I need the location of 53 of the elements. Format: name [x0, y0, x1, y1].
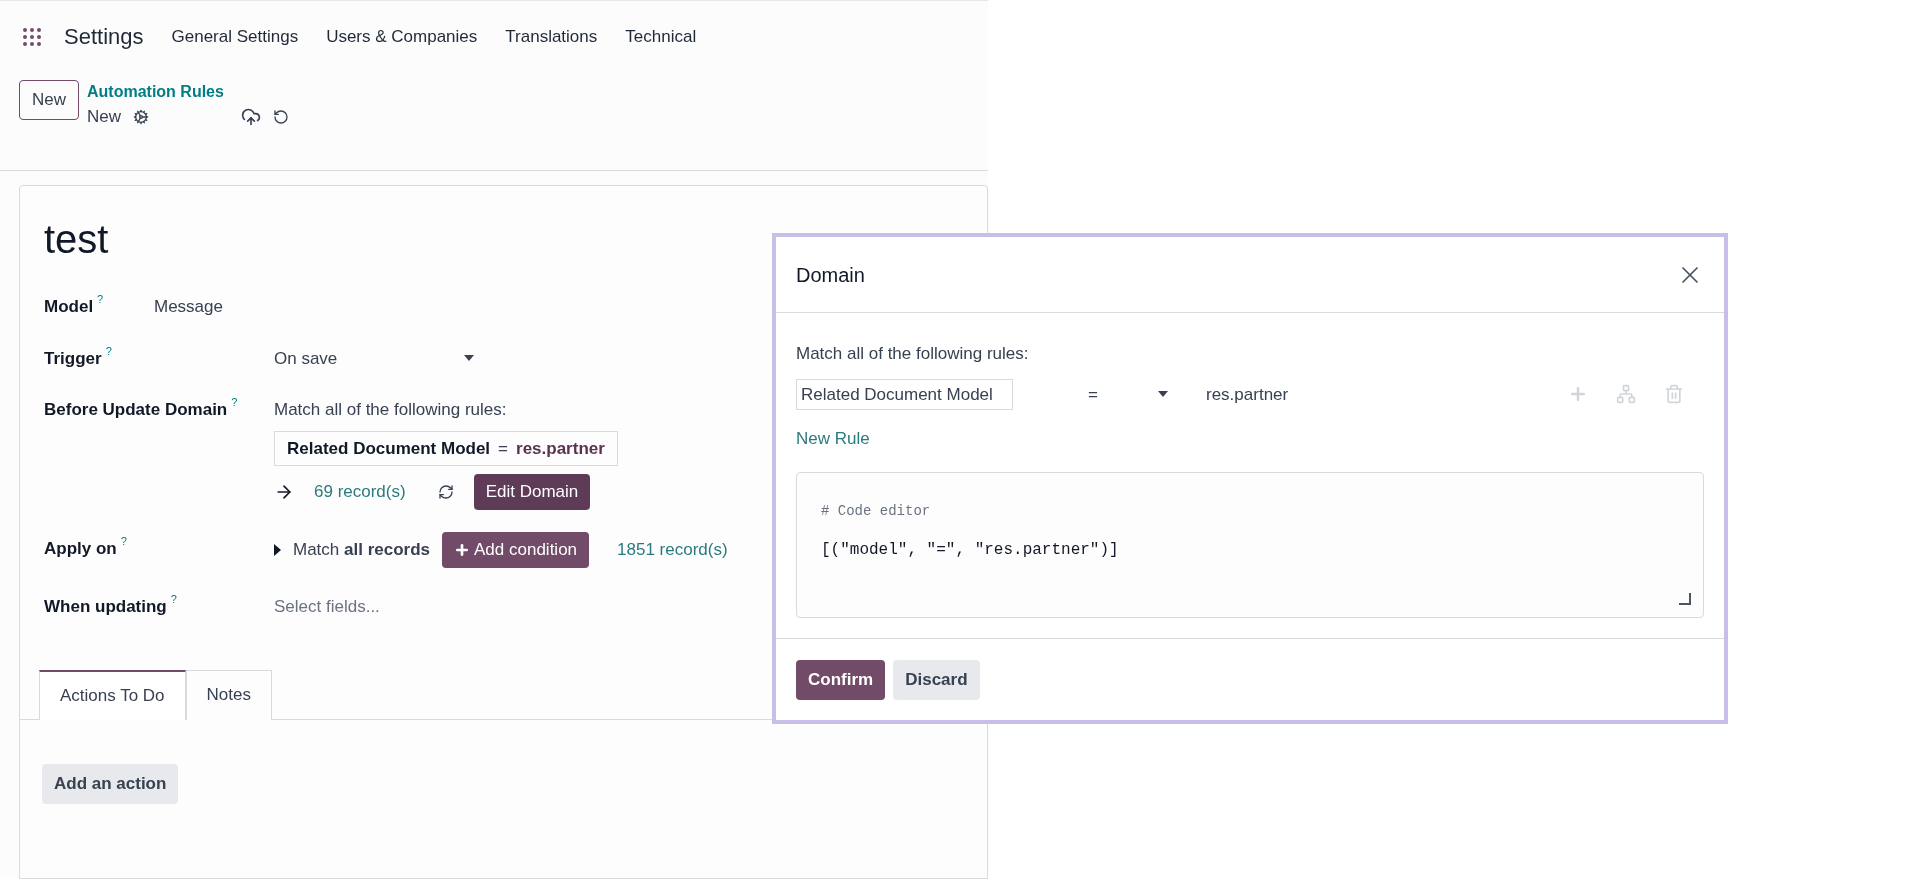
field-label: Apply on	[44, 538, 117, 560]
record-count-link[interactable]: 69 record(s)	[314, 479, 406, 505]
expand-caret-icon[interactable]	[274, 544, 281, 556]
rule-field-select[interactable]: Related Document Model	[796, 378, 1013, 410]
rule-value: res.partner	[516, 437, 605, 460]
add-condition-button[interactable]: Add condition	[442, 532, 590, 568]
field-label: Model	[44, 296, 94, 318]
help-tooltip-mark[interactable]: ?	[170, 594, 177, 605]
refresh-icon[interactable]	[437, 484, 454, 500]
domain-intro-text: Match all of the following rules:	[274, 399, 508, 421]
rule-operator: =	[498, 437, 509, 460]
code-line: [("model", "=", "res.partner")]	[821, 539, 1120, 561]
add-action-button[interactable]: Add an action	[42, 763, 179, 804]
dialog-title: Domain	[796, 262, 865, 288]
resize-handle-icon[interactable]	[1679, 592, 1691, 605]
help-tooltip-mark[interactable]: ?	[120, 536, 127, 547]
code-editor[interactable]: # Code editor [("model", "=", "res.partner")]	[796, 471, 1704, 618]
navbar-menu-item[interactable]: Translations	[505, 23, 598, 50]
record-name: New	[87, 106, 122, 128]
discard-undo-icon[interactable]	[273, 108, 290, 125]
new-rule-link[interactable]: New Rule	[796, 426, 870, 452]
new-button[interactable]: New	[19, 80, 79, 120]
edit-domain-button[interactable]: Edit Domain	[473, 474, 591, 510]
navbar-menu-item[interactable]: Technical	[625, 23, 697, 50]
rule-value-input[interactable]: res.partner	[1206, 381, 1289, 407]
navbar-menu-item[interactable]: General Settings	[171, 23, 299, 50]
save-cloud-icon[interactable]	[241, 106, 262, 127]
field-value: Message	[154, 296, 223, 318]
field-label: Trigger	[44, 347, 102, 370]
code-comment: # Code editor	[821, 501, 932, 521]
confirm-button[interactable]: Confirm	[796, 659, 886, 700]
breadcrumb-link[interactable]: Automation Rules	[87, 80, 290, 104]
field-label: Before Update Domain	[44, 399, 228, 421]
notebook-tab[interactable]: Notes	[185, 669, 272, 720]
rule-operator-select[interactable]: =	[1088, 381, 1168, 407]
help-tooltip-mark[interactable]: ?	[105, 345, 112, 357]
fields-select-input[interactable]: Select fields...	[274, 594, 574, 620]
domain-intro-text: Match all of the following rules:	[796, 343, 1030, 365]
trigger-select[interactable]: On save	[274, 345, 474, 371]
app-title[interactable]: Settings	[64, 20, 144, 53]
dropdown-caret-icon	[464, 355, 474, 362]
field-label: When updating	[44, 596, 167, 618]
record-count-link[interactable]: 1851 record(s)	[617, 537, 728, 563]
rule-field-name: Related Document Model	[287, 437, 491, 460]
help-tooltip-mark[interactable]: ?	[97, 294, 104, 320]
plus-icon	[454, 542, 471, 558]
notebook-tab[interactable]: Actions To Do	[39, 669, 186, 720]
navbar-menu-item[interactable]: Users & Companies	[326, 23, 478, 50]
record-title: test	[44, 216, 110, 263]
discard-button[interactable]: Discard	[893, 659, 980, 700]
settings-icon[interactable]	[133, 108, 150, 125]
help-tooltip-mark[interactable]: ?	[231, 397, 238, 408]
match-all-records-text: Match all records	[293, 539, 431, 562]
